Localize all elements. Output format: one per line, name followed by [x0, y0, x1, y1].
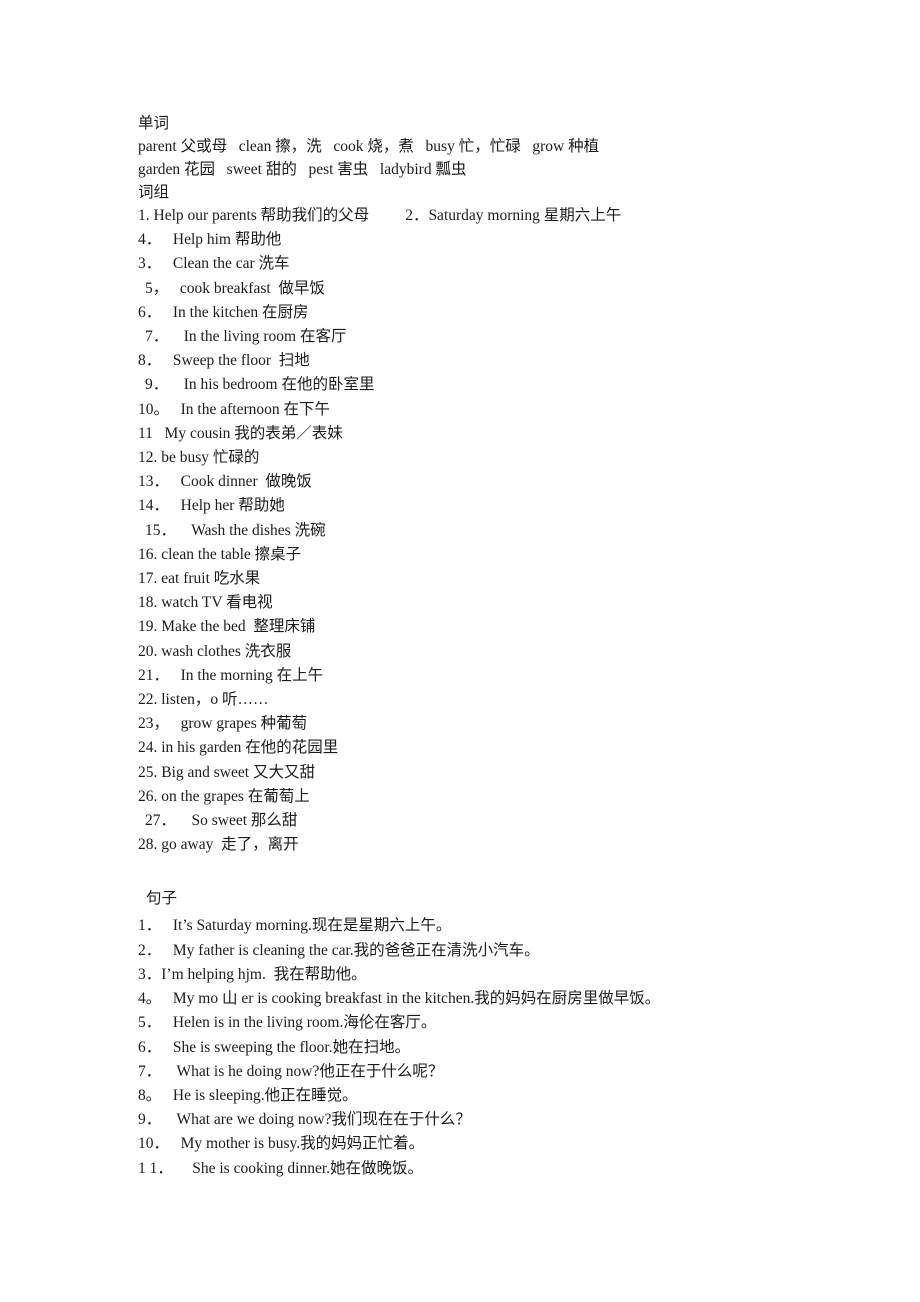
- phrase-row: 15． Wash the dishes 洗碗: [145, 521, 326, 539]
- words-section-label: 单词: [138, 115, 170, 132]
- sentence-row: 2． My father is cleaning the car.我的爸爸正在清…: [138, 941, 540, 959]
- phrase-row: 11 My cousin 我的表弟／表妹: [138, 424, 343, 442]
- sentence-row: 5． Helen is in the living room.海伦在客厅。: [138, 1014, 437, 1032]
- word-line: garden 花园 sweet 甜的 pest 害虫 ladybird 瓢虫: [138, 161, 467, 178]
- phrase-row: 22. listen，o 听……: [138, 691, 269, 709]
- phrase-row: 4． Help him 帮助他: [138, 231, 282, 249]
- phrase-row: 26. on the grapes 在葡萄上: [138, 787, 310, 805]
- sentence-row: 10． My mother is busy.我的妈妈正忙着。: [138, 1135, 425, 1153]
- phrase-row: 5， cook breakfast 做早饭: [145, 279, 325, 297]
- phrase-row: 27． So sweet 那么甜: [145, 812, 298, 830]
- sentence-row: 1 1． She is cooking dinner.她在做晚饭。: [138, 1159, 424, 1177]
- phrase-row: 23， grow grapes 种葡萄: [138, 715, 308, 733]
- phrase-row: 20. wash clothes 洗衣服: [138, 642, 292, 660]
- sentence-row: 4。 My mo 山 er is cooking breakfast in th…: [138, 990, 661, 1008]
- phrase-row: 17. eat fruit 吃水果: [138, 570, 261, 588]
- document-body: 单词 parent 父或母 clean 擦，洗 cook 烧，煮 busy 忙，…: [138, 112, 878, 1181]
- document-page: 单词 parent 父或母 clean 擦，洗 cook 烧，煮 busy 忙，…: [0, 0, 920, 1302]
- phrase-row: 18. watch TV 看电视: [138, 594, 273, 612]
- sentence-row: 7． What is he doing now?他正在于什么呢？: [138, 1062, 444, 1080]
- sentence-row: 6． She is sweeping the floor.她在扫地。: [138, 1038, 411, 1056]
- phrase-item: 1. Help our parents 帮助我们的父母: [138, 207, 370, 224]
- phrase-row: 10。 In the afternoon 在下午: [138, 400, 330, 418]
- phrase-item: 2．Saturday morning 星期六上午: [405, 207, 622, 224]
- phrase-row: 1. Help our parents 帮助我们的父母 2．Saturday mo…: [138, 204, 878, 228]
- phrase-row: 12. be busy 忙碌的: [138, 449, 260, 467]
- phrase-row: 3． Clean the car 洗车: [138, 255, 290, 273]
- phrase-row: 7． In the living room 在客厅: [145, 328, 347, 346]
- phrase-row: 28. go away 走了，离开: [138, 836, 299, 854]
- phrase-row: 8． Sweep the floor 扫地: [138, 352, 310, 370]
- phrase-row: 19. Make the bed 整理床铺: [138, 618, 316, 636]
- phrase-row: 9． In his bedroom 在他的卧室里: [145, 376, 375, 394]
- sentences-section-label: 句子: [146, 890, 178, 908]
- phrase-row: 24. in his garden 在他的花园里: [138, 739, 339, 757]
- sentence-row: 9． What are we doing now?我们现在在于什么？: [138, 1111, 471, 1129]
- sentence-row: 1． It’s Saturday morning.现在是星期六上午。: [138, 917, 452, 935]
- word-line: parent 父或母 clean 擦，洗 cook 烧，煮 busy 忙，忙碌 …: [138, 138, 600, 155]
- sentence-row: 8。 He is sleeping.他正在睡觉。: [138, 1086, 358, 1104]
- phrase-row: 16. clean the table 擦桌子: [138, 545, 302, 563]
- phrase-row: 21． In the morning 在上午: [138, 666, 324, 684]
- sentence-row: 3．I’m helping hjm. 我在帮助他。: [138, 965, 367, 983]
- phrase-row: 14． Help her 帮助她: [138, 497, 285, 515]
- phrases-section-label: 词组: [138, 184, 170, 201]
- phrase-row: 25. Big and sweet 又大又甜: [138, 763, 315, 781]
- phrase-row: 13． Cook dinner 做晚饭: [138, 473, 312, 491]
- phrase-row: 6． In the kitchen 在厨房: [138, 303, 309, 321]
